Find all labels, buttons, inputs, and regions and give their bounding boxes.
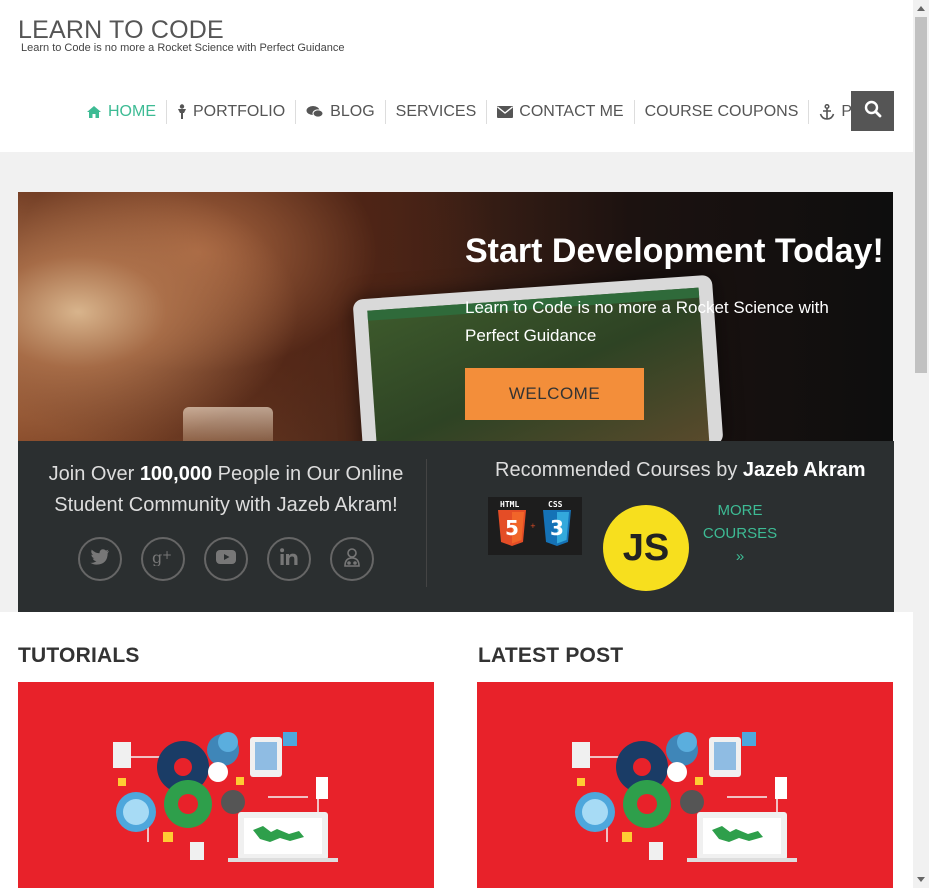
hero-banner: Start Development Today! Learn to Code i… (18, 192, 893, 441)
google-plus-icon: g + (152, 548, 174, 571)
recommended-author: Jazeb Akram (742, 459, 866, 481)
css-label: CSS (548, 500, 563, 509)
social-linkedin[interactable] (267, 537, 311, 581)
hero-subtitle: Learn to Code is no more a Rocket Scienc… (465, 298, 829, 345)
css3-number: 3 (550, 516, 564, 540)
nav-label-services: SERVICES (395, 103, 477, 120)
linkedin-icon (280, 548, 298, 570)
javascript-course-logo[interactable]: JS (603, 505, 689, 591)
person-icon (177, 104, 187, 120)
nav-item-portfolio[interactable]: PORTFOLIO (167, 100, 297, 124)
nav-item-course-coupons[interactable]: COURSE COUPONS (635, 100, 810, 124)
latest-post-heading: LATEST POST (478, 644, 624, 667)
youtube-icon (216, 549, 236, 569)
social-google-plus[interactable]: g + (141, 537, 185, 581)
nav-label-contact: CONTACT ME (519, 103, 624, 120)
html-label: HTML (500, 500, 519, 509)
scroll-down-arrow-icon[interactable] (913, 872, 929, 888)
vertical-scrollbar[interactable] (913, 0, 929, 888)
hero-title: Start Development Today! (465, 232, 884, 270)
scroll-up-arrow-icon[interactable] (913, 0, 929, 16)
comments-icon (306, 105, 324, 119)
home-icon (86, 105, 102, 119)
nav-item-services[interactable]: SERVICES (386, 100, 488, 124)
recommended-heading: Recommended Courses by Jazeb Akram (495, 459, 866, 482)
community-text: Join Over 100,000 People in Our Online S… (36, 459, 416, 521)
search-button[interactable] (851, 91, 894, 131)
js-label: JS (622, 526, 670, 569)
hero-glass-image (183, 407, 273, 441)
social-twitter[interactable] (78, 537, 122, 581)
main-nav: HOME PORTFOLIO BLOG SERVICES CONTACT ME … (76, 93, 884, 131)
page: LEARN TO CODE Learn to Code is no more a… (0, 0, 913, 888)
social-links: g + (78, 537, 374, 581)
html5-css3-shields-icon: HTML 5 + CSS 3 (498, 500, 571, 546)
plus-sign-icon: + (530, 522, 536, 530)
anchor-icon (819, 104, 835, 120)
nav-item-contact[interactable]: CONTACT ME (487, 100, 635, 124)
more-courses-link[interactable]: MORE COURSES » (700, 499, 780, 568)
nav-label-course-coupons: COURSE COUPONS (644, 103, 799, 120)
more-courses-line1: MORE (717, 502, 763, 519)
social-youtube[interactable] (204, 537, 248, 581)
html-css-course-logo[interactable]: HTML 5 + CSS 3 (488, 497, 582, 555)
tech-gears-illustration (572, 732, 797, 862)
nav-item-home[interactable]: HOME (76, 100, 167, 124)
site-header: LEARN TO CODE Learn to Code is no more a… (0, 0, 913, 152)
svg-text:g: g (152, 548, 162, 566)
nav-label-home: HOME (108, 103, 156, 120)
community-band: Join Over 100,000 People in Our Online S… (18, 441, 894, 612)
twitter-icon (90, 548, 110, 570)
site-tagline: Learn to Code is no more a Rocket Scienc… (21, 42, 345, 54)
nav-item-blog[interactable]: BLOG (296, 100, 386, 124)
tech-gears-illustration (113, 732, 338, 862)
social-community[interactable] (330, 537, 374, 581)
community-text-pre: Join Over (48, 463, 140, 485)
envelope-icon (497, 106, 514, 118)
nav-label-portfolio: PORTFOLIO (193, 103, 286, 120)
search-icon (864, 100, 882, 123)
tutorials-card[interactable] (18, 682, 434, 888)
community-count: 100,000 (139, 463, 213, 485)
recommended-heading-pre: Recommended Courses by (495, 459, 743, 481)
user-group-icon (342, 547, 362, 572)
html5-number: 5 (505, 516, 519, 540)
nav-label-blog: BLOG (330, 103, 375, 120)
latest-post-card[interactable] (477, 682, 893, 888)
more-courses-line2: COURSES (702, 525, 778, 542)
double-chevron-right-icon: » (735, 548, 745, 565)
band-divider (426, 459, 427, 587)
site-title[interactable]: LEARN TO CODE (18, 16, 224, 45)
svg-text:+: + (162, 548, 172, 562)
tutorials-heading: TUTORIALS (18, 644, 140, 667)
scrollbar-thumb[interactable] (915, 17, 927, 373)
welcome-button[interactable]: WELCOME (465, 368, 644, 420)
